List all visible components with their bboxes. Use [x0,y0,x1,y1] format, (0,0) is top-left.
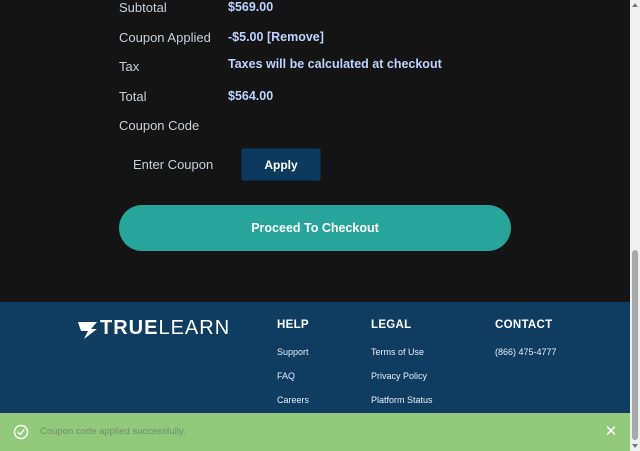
contact-phone-link[interactable]: (866) 475-4777 [495,347,557,357]
careers-link[interactable]: Careers [277,395,309,405]
support-link[interactable]: Support [277,347,309,357]
scroll-up-arrow-icon[interactable] [632,3,638,7]
scrollbar-thumb[interactable] [632,250,638,440]
apply-coupon-button[interactable]: Apply [241,148,321,181]
privacy-policy-link[interactable]: Privacy Policy [371,371,427,381]
tax-value: Taxes will be calculated at checkout [228,57,442,71]
faq-link[interactable]: FAQ [277,371,295,381]
truelearn-logo[interactable]: TRUELEARN [78,317,229,342]
logo-mark-icon [78,322,97,339]
proceed-to-checkout-button[interactable]: Proceed To Checkout [119,205,511,251]
platform-status-link[interactable]: Platform Status [371,395,433,405]
check-circle-icon [13,424,29,440]
coupon-input[interactable] [119,148,231,180]
coupon-discount-value: -$5.00 [228,30,264,44]
remove-coupon-link[interactable]: [Remove] [267,30,324,44]
logo-wordmark: TRUELEARN [100,317,231,339]
vertical-scrollbar[interactable] [630,0,640,451]
toast-message: Coupon code applied successfully. [40,426,186,437]
coupon-code-label: Coupon Code [119,118,200,133]
close-icon[interactable]: ✕ [603,424,619,440]
order-summary: Subtotal $569.00 Coupon Applied -$5.00 [… [0,0,630,302]
legal-heading: LEGAL [371,319,412,331]
total-value: $564.00 [228,89,274,103]
coupon-applied-label: Coupon Applied [119,30,211,45]
help-heading: HELP [277,319,309,331]
terms-of-use-link[interactable]: Terms of Use [371,347,424,357]
contact-heading: CONTACT [495,319,553,331]
success-toast: Coupon code applied successfully. ✕ [0,413,630,451]
subtotal-label: Subtotal [119,0,167,15]
total-label: Total [119,89,147,104]
scroll-down-arrow-icon[interactable] [632,444,638,448]
tax-label: Tax [119,59,140,74]
subtotal-value: $569.00 [228,0,274,14]
coupon-applied-value: -$5.00 [Remove] [228,30,324,44]
